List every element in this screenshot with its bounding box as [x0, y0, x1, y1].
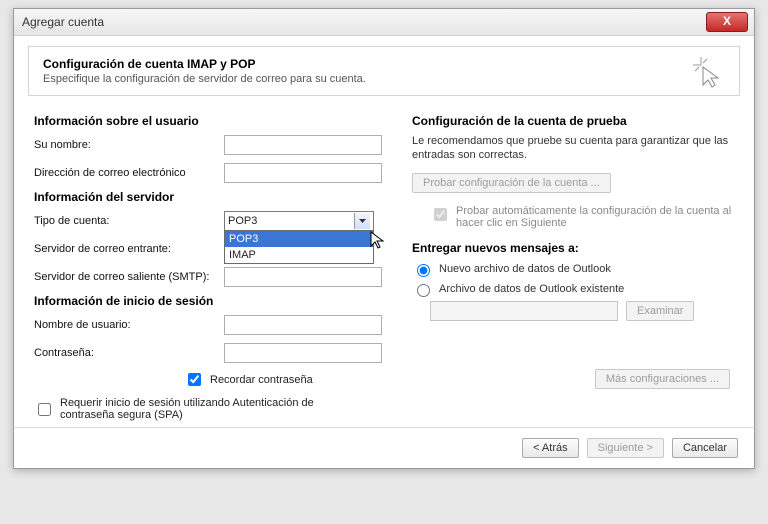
remember-password-label: Recordar contraseña: [210, 374, 313, 386]
email-input[interactable]: [224, 163, 382, 183]
left-column: Información sobre el usuario Su nombre: …: [34, 110, 382, 423]
header-title: Configuración de cuenta IMAP y POP: [43, 57, 725, 71]
radio-new-pst-label: Nuevo archivo de datos de Outlook: [439, 263, 611, 275]
titlebar: Agregar cuenta X: [14, 9, 754, 36]
header-subtitle: Especifique la configuración de servidor…: [43, 73, 725, 85]
radio-existing-pst-label: Archivo de datos de Outlook existente: [439, 283, 624, 295]
your-name-input[interactable]: [224, 135, 382, 155]
auto-test-label: Probar automáticamente la configuración …: [456, 205, 734, 229]
cancel-button[interactable]: Cancelar: [672, 438, 738, 458]
wizard-header: Configuración de cuenta IMAP y POP Espec…: [28, 46, 740, 96]
username-label: Nombre de usuario:: [34, 319, 224, 331]
password-label: Contraseña:: [34, 347, 224, 359]
window-title: Agregar cuenta: [22, 15, 104, 29]
user-info-heading: Información sobre el usuario: [34, 114, 382, 128]
radio-existing-pst[interactable]: [417, 284, 430, 297]
existing-pst-path-input: [430, 301, 618, 321]
account-type-list: POP3 IMAP: [224, 230, 374, 264]
back-button[interactable]: < Atrás: [522, 438, 579, 458]
option-imap[interactable]: IMAP: [225, 247, 373, 263]
username-input[interactable]: [224, 315, 382, 335]
account-type-value: POP3: [228, 215, 257, 227]
right-column: Configuración de la cuenta de prueba Le …: [412, 110, 734, 423]
email-label: Dirección de correo electrónico: [34, 167, 224, 179]
cursor-star-icon: [691, 55, 725, 92]
wizard-footer: < Atrás Siguiente > Cancelar: [14, 427, 754, 468]
cursor-arrow-icon: [370, 231, 386, 254]
close-button[interactable]: X: [706, 12, 748, 32]
chevron-down-icon[interactable]: [354, 213, 370, 229]
account-type-label: Tipo de cuenta:: [34, 215, 224, 227]
outgoing-server-label: Servidor de correo saliente (SMTP):: [34, 271, 224, 283]
auto-test-checkbox[interactable]: [434, 208, 447, 221]
incoming-server-label: Servidor de correo entrante:: [34, 243, 224, 255]
test-settings-desc: Le recomendamos que pruebe su cuenta par…: [412, 134, 734, 163]
browse-button[interactable]: Examinar: [626, 301, 694, 321]
remember-password-checkbox[interactable]: [188, 373, 201, 386]
spa-label: Requerir inicio de sesión utilizando Aut…: [60, 397, 370, 421]
more-settings-button[interactable]: Más configuraciones ...: [595, 369, 730, 389]
login-info-heading: Información de inicio de sesión: [34, 294, 382, 308]
password-input[interactable]: [224, 343, 382, 363]
test-settings-heading: Configuración de la cuenta de prueba: [412, 114, 734, 128]
server-info-heading: Información del servidor: [34, 190, 382, 204]
account-type-dropdown[interactable]: POP3 POP3 IMAP: [224, 211, 374, 231]
spa-checkbox[interactable]: [38, 403, 51, 416]
outgoing-server-input[interactable]: [224, 267, 382, 287]
radio-new-pst[interactable]: [417, 264, 430, 277]
your-name-label: Su nombre:: [34, 139, 224, 151]
test-account-button[interactable]: Probar configuración de la cuenta ...: [412, 173, 611, 193]
deliver-heading: Entregar nuevos mensajes a:: [412, 241, 734, 255]
next-button[interactable]: Siguiente >: [587, 438, 664, 458]
option-pop3[interactable]: POP3: [225, 231, 373, 247]
add-account-dialog: Agregar cuenta X Configuración de cuenta…: [13, 8, 755, 469]
